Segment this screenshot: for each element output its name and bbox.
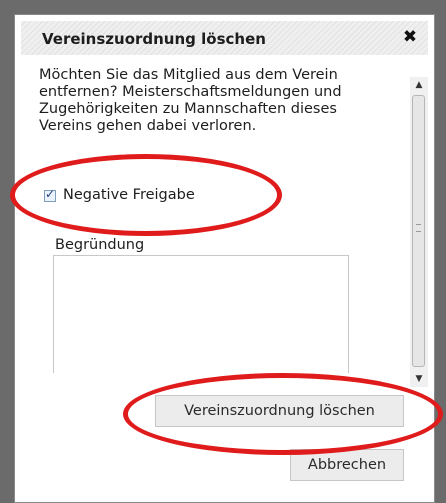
scroll-down-arrow-icon[interactable]: ▼ bbox=[410, 371, 428, 387]
scroll-up-arrow-icon[interactable]: ▲ bbox=[410, 77, 428, 93]
scroll-thumb[interactable] bbox=[412, 95, 425, 367]
negative-release-label[interactable]: Negative Freigabe bbox=[63, 187, 195, 203]
delete-membership-dialog: Vereinszuordnung löschen ✖ Möchten Sie d… bbox=[14, 14, 435, 503]
dialog-message: Möchten Sie das Mitglied aus dem Verein … bbox=[39, 67, 342, 134]
negative-release-checkbox[interactable] bbox=[44, 187, 56, 202]
dialog-titlebar: Vereinszuordnung löschen ✖ bbox=[21, 21, 428, 55]
content-scrollbar[interactable]: ▲ ▼ bbox=[410, 77, 428, 387]
dialog-content: Möchten Sie das Mitglied aus dem Verein … bbox=[23, 63, 417, 373]
cancel-button[interactable]: Abbrechen bbox=[290, 449, 404, 481]
delete-membership-button[interactable]: Vereinszuordnung löschen bbox=[155, 395, 404, 427]
dialog-title: Vereinszuordnung löschen bbox=[42, 30, 266, 48]
close-icon[interactable]: ✖ bbox=[400, 27, 420, 47]
reason-label: Begründung bbox=[55, 237, 145, 253]
reason-textarea[interactable] bbox=[53, 255, 349, 373]
